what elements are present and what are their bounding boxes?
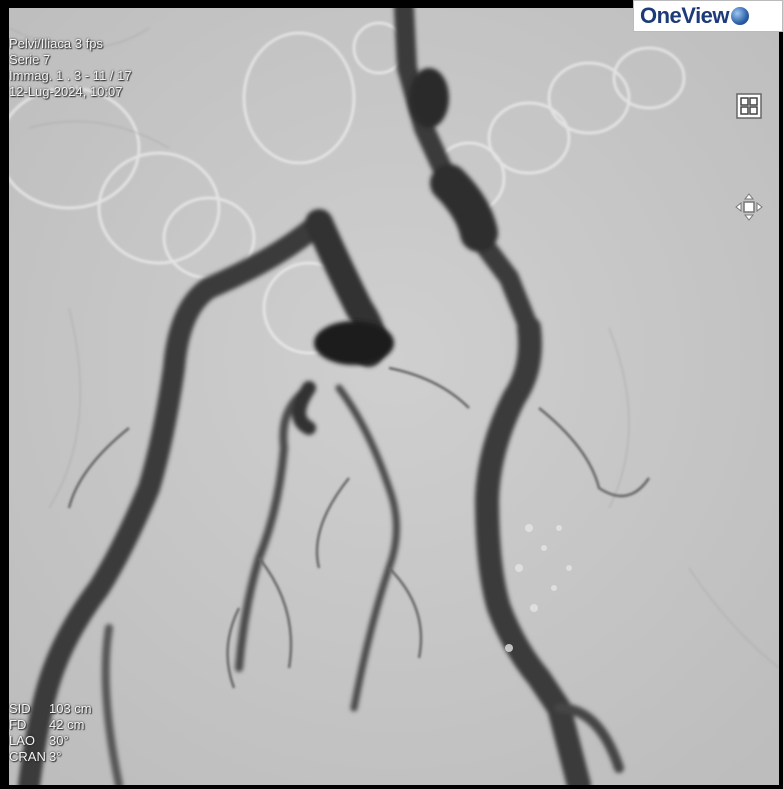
fd-label: FD [9, 717, 27, 732]
logo-text: OneView [640, 3, 730, 28]
acquisition-datetime: 12-Lug-2024, 10:07 [9, 84, 123, 99]
lao-row: LAO 30° [9, 733, 92, 749]
fd-row: FD 42 cm [9, 717, 92, 733]
image-index-label: Immag. 1 . 3 - 11 / 17 [9, 68, 132, 83]
lao-label: LAO [9, 733, 36, 748]
cran-label: CRAN [9, 749, 46, 764]
layout-grid-button[interactable] [735, 92, 763, 120]
grid-layout-icon [736, 93, 762, 119]
series-label: Serie 7 [9, 52, 51, 67]
fd-value: 42 cm [49, 717, 85, 732]
pan-button[interactable] [735, 193, 763, 221]
sid-row: SID 103 cm [9, 701, 92, 717]
geometry-info-overlay: SID 103 cm FD 42 cm LAO 30° CRAN 3° [9, 701, 92, 765]
sid-value: 103 cm [49, 701, 92, 716]
angiography-image [9, 8, 779, 785]
pan-move-icon [735, 193, 763, 221]
protocol-label: Pelvi/Iliaca 3 fps [9, 36, 103, 51]
series-info-overlay: Pelvi/Iliaca 3 fps Serie 7 Immag. 1 . 3 … [9, 36, 132, 100]
image-viewport[interactable]: Pelvi/Iliaca 3 fps Serie 7 Immag. 1 . 3 … [9, 8, 779, 785]
globe-icon [731, 7, 750, 25]
cran-row: CRAN 3° [9, 749, 92, 765]
sid-label: SID [9, 701, 31, 716]
lao-value: 30° [49, 733, 69, 748]
cran-value: 3° [49, 749, 62, 764]
oneview-logo: OneView [633, 0, 783, 32]
